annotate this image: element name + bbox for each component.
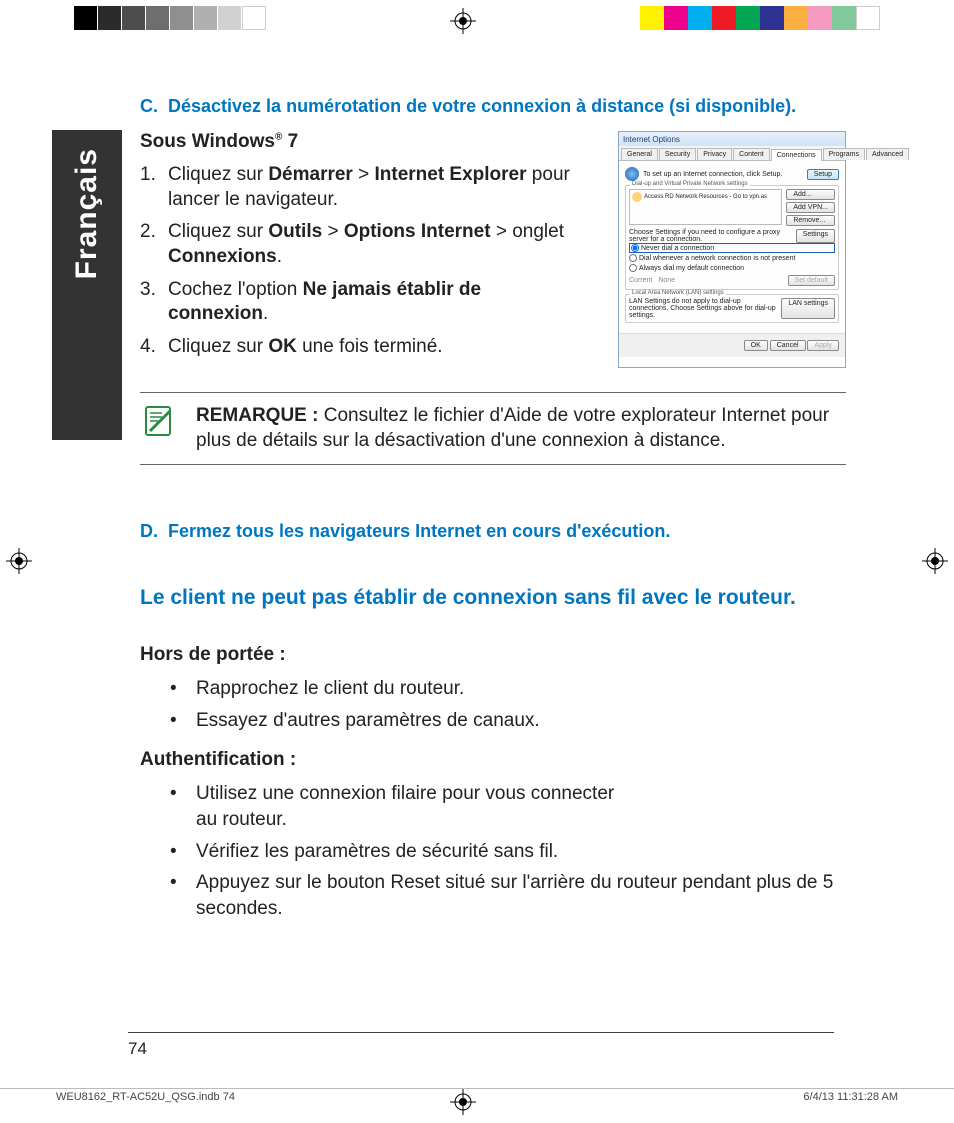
bullet-item: Vérifiez les paramètres de sécurité sans… <box>140 839 846 865</box>
registration-mark-icon <box>922 548 948 574</box>
group2-head: Authentification : <box>140 749 846 771</box>
section-d-title: Fermez tous les navigateurs Internet en … <box>168 521 670 542</box>
current-value: None <box>658 277 781 284</box>
section-c-heading: C. Désactivez la numérotation de votre c… <box>140 96 846 117</box>
setup-text: To set up an Internet connection, click … <box>643 171 803 178</box>
bullet-item: Essayez d'autres paramètres de canaux. <box>140 708 846 734</box>
radio-dial-whenever[interactable]: Dial whenever a network connection is no… <box>629 253 835 263</box>
subhead-windows: Sous Windows® 7 <box>140 131 602 153</box>
tab-programs[interactable]: Programs <box>823 148 865 160</box>
section-d-letter: D. <box>140 521 168 542</box>
page-number: 74 <box>128 1032 834 1059</box>
cancel-button[interactable]: Cancel <box>770 340 806 351</box>
bullet-item: Utilisez une connexion filaire pour vous… <box>140 781 620 832</box>
dialog-tabs: General Security Privacy Content Connect… <box>619 146 845 161</box>
tab-advanced[interactable]: Advanced <box>866 148 909 160</box>
calibration-bar-right <box>640 6 880 30</box>
step-2: Cliquez sur Outils > Options Internet > … <box>140 220 580 269</box>
settings-button[interactable]: Settings <box>796 229 835 243</box>
registration-mark-icon <box>6 548 32 574</box>
step-3: Cochez l'option Ne jamais établir de con… <box>140 278 580 327</box>
current-label: Current <box>629 277 652 284</box>
tab-security[interactable]: Security <box>659 148 696 160</box>
step-1: Cliquez sur Démarrer > Internet Explorer… <box>140 163 580 212</box>
registration-mark-icon <box>450 8 476 34</box>
section-d-heading: D. Fermez tous les navigateurs Internet … <box>140 521 846 542</box>
section-c-title: Désactivez la numérotation de votre conn… <box>168 96 796 117</box>
radio-always-dial[interactable]: Always dial my default connection <box>629 263 835 273</box>
globe-icon <box>625 167 639 181</box>
note-block: REMARQUE : Consultez le fichier d'Aide d… <box>140 392 846 465</box>
lan-group-label: Local Area Network (LAN) settings <box>630 290 726 296</box>
setup-button[interactable]: Setup <box>807 169 839 180</box>
add-button[interactable]: Add... <box>786 189 835 200</box>
issue-heading: Le client ne peut pas établir de connexi… <box>140 586 846 610</box>
lan-text: LAN Settings do not apply to dial-up con… <box>629 298 777 319</box>
group1-list: Rapprochez le client du routeur. Essayez… <box>140 676 846 733</box>
lan-settings-button[interactable]: LAN settings <box>781 298 835 319</box>
footer-filename: WEU8162_RT-AC52U_QSG.indb 74 <box>56 1091 235 1103</box>
step-4: Cliquez sur OK une fois terminé. <box>140 335 580 360</box>
internet-options-dialog: Internet Options General Security Privac… <box>618 131 846 368</box>
ok-button[interactable]: OK <box>744 340 768 351</box>
calibration-bar-left <box>74 6 266 30</box>
dialup-listbox[interactable]: Access RD Network Resources - Go to vpn.… <box>629 189 782 225</box>
set-default-button[interactable]: Set default <box>788 275 835 286</box>
dialup-group-label: Dial-up and Virtual Private Network sett… <box>630 181 750 187</box>
bullet-item: Appuyez sur le bouton Reset situé sur l'… <box>140 870 846 921</box>
radio-never-dial[interactable]: Never dial a connection <box>629 243 835 253</box>
connection-icon <box>632 192 642 202</box>
group2-list: Utilisez une connexion filaire pour vous… <box>140 781 846 921</box>
apply-button[interactable]: Apply <box>807 340 839 351</box>
print-footer: WEU8162_RT-AC52U_QSG.indb 74 6/4/13 11:3… <box>0 1088 954 1105</box>
tab-general[interactable]: General <box>621 148 658 160</box>
bullet-item: Rapprochez le client du routeur. <box>140 676 846 702</box>
steps-list: Cliquez sur Démarrer > Internet Explorer… <box>140 163 580 360</box>
add-vpn-button[interactable]: Add VPN... <box>786 202 835 213</box>
tab-connections[interactable]: Connections <box>771 149 822 161</box>
footer-timestamp: 6/4/13 11:31:28 AM <box>803 1091 898 1103</box>
tab-content[interactable]: Content <box>733 148 770 160</box>
section-c-letter: C. <box>140 96 168 117</box>
dialog-titlebar: Internet Options <box>619 132 845 146</box>
group1-head: Hors de portée : <box>140 644 846 666</box>
note-icon <box>140 403 176 439</box>
note-text: REMARQUE : Consultez le fichier d'Aide d… <box>196 403 846 454</box>
proxy-text: Choose Settings if you need to configure… <box>629 229 792 243</box>
remove-button[interactable]: Remove... <box>786 215 835 226</box>
tab-privacy[interactable]: Privacy <box>697 148 732 160</box>
